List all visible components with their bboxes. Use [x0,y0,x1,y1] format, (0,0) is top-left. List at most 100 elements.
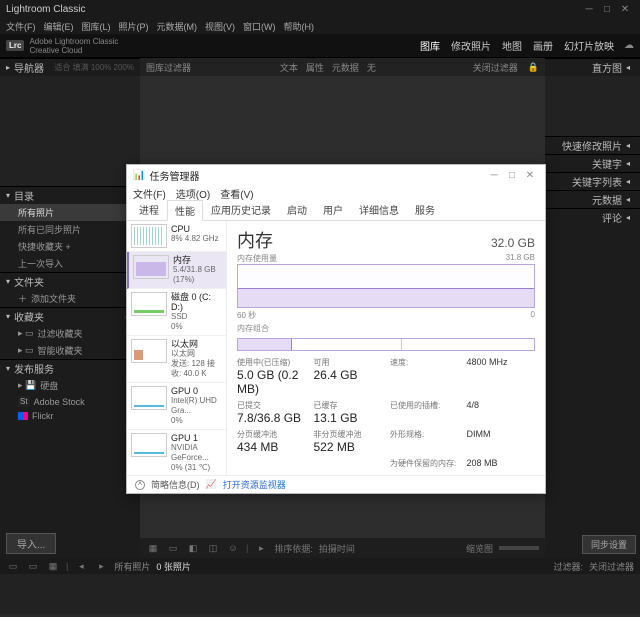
module-tab[interactable]: 幻灯片放映 [560,38,618,53]
survey-view-icon[interactable]: ◫ [206,542,220,554]
keywordlist-header[interactable]: 关键字列表◂ [545,172,640,190]
tm-resource-monitor-link[interactable]: 打开资源监视器 [223,478,286,491]
menu-item[interactable]: 照片(P) [119,20,149,33]
quickdev-header[interactable]: 快速修改照片◂ [545,136,640,154]
menu-item[interactable]: 编辑(E) [44,20,74,33]
tm-tab[interactable]: 应用历史记录 [203,199,279,220]
task-manager-window: 📊 任务管理器 ─ □ ✕ 文件(F)选项(O)查看(V) 进程性能应用历史记录… [126,164,546,494]
filter-tab[interactable]: 无 [367,63,376,73]
filter-off-dropdown[interactable]: 关闭过滤器 [473,61,518,74]
histogram-header[interactable]: 直方图◂ [545,58,640,76]
module-tab[interactable]: 修改照片 [447,38,495,53]
tm-titlebar[interactable]: 📊 任务管理器 ─ □ ✕ [127,165,545,185]
tm-stats-grid: 使用中(已压缩)5.0 GB (0.2 MB) 可用26.4 GB 速度: 48… [237,357,535,469]
histogram-area [545,76,640,136]
filter-tab[interactable]: 属性 [306,63,324,73]
tm-tabs: 进程性能应用历史记录启动用户详细信息服务 [127,201,545,221]
module-tab[interactable]: 画册 [529,38,557,53]
tm-less-details[interactable]: 简略信息(D) [151,478,200,491]
add-folder-item[interactable]: ＋添加文件夹 [0,290,140,307]
grid-view-icon[interactable]: ▦ [146,542,160,554]
thumbnail-slider[interactable] [499,546,539,550]
menu-item[interactable]: 图库(L) [82,20,111,33]
tm-resource-item[interactable]: 内存5.4/31.8 GB (17%) [127,252,226,289]
tm-resource-item[interactable]: GPU 1NVIDIA GeForce...0% (31 ℃) [127,430,226,475]
compare-view-icon[interactable]: ◧ [186,542,200,554]
menu-item[interactable]: 窗口(W) [243,20,276,33]
chevron-up-icon[interactable]: ˄ [135,480,145,490]
sync-settings-button[interactable]: 同步设置 [582,535,636,554]
tm-sparkline [131,292,167,316]
tm-sparkline [133,255,169,279]
metadata-header[interactable]: 元数据◂ [545,190,640,208]
tm-title-text: 任务管理器 [149,168,199,183]
tm-tab[interactable]: 启动 [279,199,315,220]
filmstrip [0,574,640,614]
grid-icon[interactable]: ▦ [46,560,60,572]
tm-resource-item[interactable]: 以太网以太网发送: 128 接收: 40.0 K [127,336,226,383]
tm-minimize-icon[interactable]: ─ [485,170,503,181]
import-button[interactable]: 导入... [6,533,56,554]
tm-maximize-icon[interactable]: □ [503,170,521,181]
folders-header[interactable]: ▾文件夹 [0,272,140,290]
module-tab[interactable]: 图库 [416,38,444,53]
plus-icon: ＋ [18,292,27,305]
filmstrip-header: ▭ ▭ ▦ | ◂ ▸ 所有照片 0 张照片 过滤器: 关闭过滤器 [0,558,640,574]
brand-bar: Lrc Adobe Lightroom Classic Creative Clo… [0,34,640,58]
filmstrip-filter-off[interactable]: 关闭过滤器 [589,560,634,573]
publish-service-item[interactable]: ▸ 💾硬盘 [0,377,140,394]
catalog-item[interactable]: 上一次导入 [0,255,140,272]
tm-resource-item[interactable]: CPU8% 4.82 GHz [127,221,226,252]
catalog-item[interactable]: 快捷收藏夹 + [0,238,140,255]
catalog-item[interactable]: 所有照片 [0,204,140,221]
catalog-item[interactable]: 所有已同步照片 [0,221,140,238]
tm-tab[interactable]: 进程 [131,199,167,220]
tm-resource-item[interactable]: GPU 0Intel(R) UHD Gra...0% [127,383,226,430]
people-view-icon[interactable]: ☺ [226,542,240,554]
thumbnail-label: 缩览图 [466,542,493,555]
lr-menubar: 文件(F) 编辑(E) 图库(L) 照片(P) 元数据(M) 视图(V) 窗口(W) 帮助(H… [0,18,640,34]
tm-tab[interactable]: 详细信息 [351,199,407,220]
tm-sparkline [131,433,167,457]
menu-item[interactable]: 元数据(M) [157,20,198,33]
collection-item[interactable]: ▸ ▭过滤收藏夹 [0,325,140,342]
publish-service-item[interactable]: Flickr [0,409,140,423]
filmstrip-source[interactable]: 所有照片 [114,560,150,573]
close-icon[interactable]: ✕ [616,4,634,15]
favorites-header[interactable]: ▾收藏夹＋ [0,307,140,325]
module-tab[interactable]: 地图 [498,38,526,53]
sort-dropdown[interactable]: 拍摄时间 [319,542,355,555]
tm-capacity: 32.0 GB [491,236,535,250]
loupe-view-icon[interactable]: ▭ [166,542,180,554]
tm-composition-chart [237,338,535,351]
prev-icon[interactable]: ◂ [74,560,88,572]
filter-tab[interactable]: 元数据 [332,63,359,73]
publish-header[interactable]: ▾发布服务 [0,359,140,377]
lr-title: Lightroom Classic [6,4,85,15]
collection-item[interactable]: ▸ ▭智能收藏夹 [0,342,140,359]
navigator-header[interactable]: ▸ 导航器 适合 填满 100% 200% [0,58,140,76]
filter-tab[interactable]: 文本 [280,63,298,73]
next-icon[interactable]: ▸ [94,560,108,572]
tm-close-icon[interactable]: ✕ [521,170,539,181]
comments-header[interactable]: 评论◂ [545,208,640,226]
tm-tab[interactable]: 性能 [167,200,203,221]
library-filter-bar: 图库过滤器 文本属性元数据无 关闭过滤器 🔒 [140,58,545,76]
cloud-icon[interactable]: ☁ [624,40,634,51]
minimize-icon[interactable]: ─ [580,4,598,15]
maximize-icon[interactable]: □ [598,4,616,15]
publish-service-item[interactable]: StAdobe Stock [0,394,140,409]
menu-item[interactable]: 视图(V) [205,20,235,33]
keywords-header[interactable]: 关键字◂ [545,154,640,172]
painter-icon[interactable]: ▸ [254,542,268,554]
menu-item[interactable]: 帮助(H) [284,20,315,33]
tm-tab[interactable]: 用户 [315,199,351,220]
sort-label: 排序依据: [274,542,313,555]
tm-tab[interactable]: 服务 [407,199,443,220]
monitor2-icon[interactable]: ▭ [26,560,40,572]
lock-icon[interactable]: 🔒 [528,62,539,73]
catalog-header[interactable]: ▾目录 [0,186,140,204]
menu-item[interactable]: 文件(F) [6,20,36,33]
tm-resource-item[interactable]: 磁盘 0 (C: D:)SSD0% [127,289,226,336]
monitor-icon[interactable]: ▭ [6,560,20,572]
